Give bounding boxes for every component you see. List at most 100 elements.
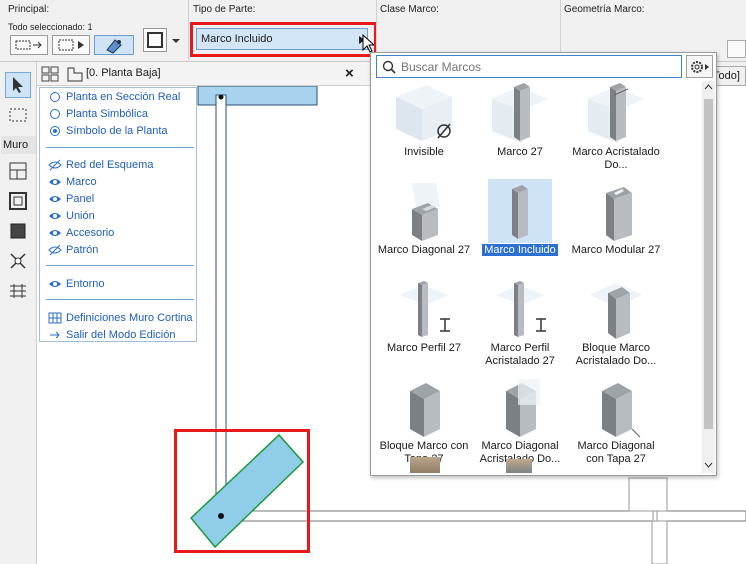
capped-block-icon — [410, 383, 440, 437]
scroll-thumb[interactable] — [704, 99, 713, 429]
radio-selected-icon — [50, 126, 60, 136]
marquee-tool[interactable] — [5, 102, 31, 128]
curtain-wall-tool[interactable] — [5, 158, 31, 184]
layer-entorno[interactable]: Entorno — [48, 276, 105, 292]
chevron-down-icon[interactable] — [704, 461, 713, 469]
layer-red-esquema[interactable]: Red del Esquema — [48, 157, 153, 173]
frame-item[interactable]: Marco Diagonal 27 — [376, 179, 472, 277]
arrow-tool[interactable] — [5, 72, 31, 98]
frame-item-label: Marco 27 — [497, 146, 543, 158]
radio-icon — [50, 109, 60, 119]
layer-marco[interactable]: Marco — [48, 174, 97, 190]
frame-item[interactable]: Invisible — [376, 81, 472, 179]
frame-square-icon — [9, 192, 27, 210]
tab-title[interactable]: [0. Planta Baja] — [86, 67, 161, 79]
frame-item[interactable]: Marco Perfil 27 — [376, 277, 472, 375]
view-option-plan-symbol[interactable]: Símbolo de la Planta — [48, 123, 168, 139]
eye-icon — [49, 213, 61, 219]
principal-label: Principal: — [8, 4, 50, 15]
junction-icon — [10, 253, 26, 269]
curtain-wall-definitions-link[interactable]: Definiciones Muro Cortina — [48, 310, 193, 326]
layer-patron[interactable]: Patrón — [48, 242, 98, 258]
layer-panel[interactable]: Panel — [48, 191, 94, 207]
dashed-rectangle-icon — [9, 108, 27, 122]
frame-item[interactable]: Marco Diagonal con Tapa 27 — [568, 375, 664, 473]
frame-item-label: Bloque Marco Acristalado Do... — [575, 342, 657, 367]
layer-union[interactable]: Unión — [48, 208, 95, 224]
selection-count: Todo seleccionado: 1 — [8, 22, 93, 32]
chevron-down-icon — [172, 39, 180, 43]
curtain-wall-icon — [48, 312, 62, 324]
gear-icon — [690, 60, 709, 73]
layer-accesorio[interactable]: Accesorio — [48, 225, 114, 241]
right-partial-label: Todo] — [713, 70, 740, 82]
i-beam-icon — [400, 281, 450, 337]
highlight-panel-box — [174, 429, 310, 553]
layer-label: Red del Esquema — [66, 159, 154, 171]
clase-label: Clase Marco: — [380, 4, 439, 15]
panel-tool[interactable] — [5, 218, 31, 244]
frame-view-dropdown[interactable] — [170, 35, 182, 47]
search-box[interactable] — [376, 55, 682, 78]
diagonal-glazed-icon — [506, 379, 540, 437]
entorno-label: Entorno — [66, 278, 105, 290]
frame-icon — [492, 83, 548, 143]
grid-view-icon[interactable] — [41, 66, 59, 82]
frame-item-label: Marco Acristalado Do... — [572, 146, 660, 171]
tipo-label: Tipo de Parte: — [193, 4, 256, 15]
dropdown-scrollbar[interactable] — [702, 81, 715, 473]
marquee-arrow-icon — [58, 39, 84, 51]
frame-item[interactable]: Marco Modular 27 — [568, 179, 664, 277]
geometria-label: Geometría Marco: — [564, 4, 645, 15]
frame-view-button[interactable] — [143, 28, 167, 52]
frame-item[interactable]: Marco Perfil Acristalado 27 — [472, 277, 568, 375]
close-tab-icon[interactable]: × — [345, 65, 354, 82]
edit-selection-button[interactable] — [10, 35, 48, 55]
view-option-label: Símbolo de la Planta — [66, 125, 168, 137]
stacked-bars-icon — [10, 284, 26, 298]
block-frame-icon — [590, 283, 642, 339]
frame-tool[interactable] — [5, 188, 31, 214]
filled-square-icon — [10, 223, 26, 239]
chevron-up-icon[interactable] — [704, 83, 713, 91]
partial-thumbnail — [410, 457, 440, 473]
exit-label: Salir del Modo Edición — [66, 329, 176, 341]
frame-item-label: Marco Diagonal 27 — [377, 244, 471, 256]
diagonal-frame-icon — [412, 183, 440, 241]
partial-thumbnail — [506, 459, 532, 473]
modular-frame-icon — [606, 187, 632, 241]
view-option-real-section[interactable]: Planta en Sección Real — [48, 89, 180, 105]
eye-icon — [49, 281, 61, 287]
frame-item-label: Marco Modular 27 — [571, 244, 661, 256]
accessory-tool[interactable] — [5, 278, 31, 304]
exit-edit-mode-link[interactable]: Salir del Modo Edición — [48, 327, 175, 343]
tool-category-muro[interactable]: Muro — [1, 136, 36, 154]
square-frame-icon — [147, 32, 163, 48]
empty-set-icon — [396, 85, 452, 141]
junction-tool[interactable] — [5, 248, 31, 274]
frame-item[interactable]: Marco Acristalado Do... — [568, 81, 664, 179]
marquee-button[interactable] — [52, 35, 90, 55]
toolbox: Muro — [0, 62, 48, 564]
dotted-arrow-icon — [15, 40, 42, 50]
geometry-field[interactable] — [727, 40, 746, 58]
search-icon — [382, 60, 396, 74]
diagonal-capped-icon — [602, 383, 641, 438]
arrow-cursor-icon — [13, 77, 23, 93]
frame-type-dropdown: Invisible Marco 27 Marco Acristalado Do.… — [370, 52, 717, 476]
frame-item[interactable]: Bloque Marco Acristalado Do... — [568, 277, 664, 375]
eye-icon — [49, 230, 61, 236]
layer-label: Panel — [66, 193, 95, 205]
frame-item[interactable]: Marco 27 — [472, 81, 568, 179]
floor-plan-icon — [67, 67, 83, 82]
magnet-button[interactable] — [94, 35, 134, 55]
eye-off-icon — [48, 159, 62, 171]
frame-item[interactable]: Marco Incluido — [472, 179, 568, 277]
eye-off-icon — [48, 244, 62, 256]
plan-tab-bar: [0. Planta Baja] × — [37, 62, 370, 86]
search-input[interactable] — [401, 58, 677, 75]
radio-icon — [50, 92, 60, 102]
settings-button[interactable] — [686, 55, 713, 78]
view-option-symbolic[interactable]: Planta Simbólica — [48, 106, 148, 122]
view-option-label: Planta Simbólica — [66, 108, 148, 120]
